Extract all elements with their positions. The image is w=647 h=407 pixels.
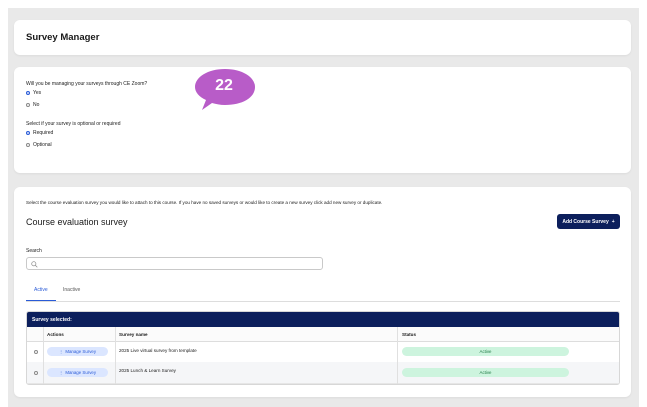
section-title: Course evaluation survey (26, 217, 128, 227)
tab-inactive[interactable]: Inactive (63, 287, 80, 293)
radio-optional-label: Optional (33, 142, 52, 148)
add-course-survey-label: Add Course Survey (562, 218, 609, 225)
required-question: Select if your survey is optional or req… (26, 121, 121, 127)
radio-yes[interactable]: Yes (26, 90, 41, 96)
survey-name: 2025 Live virtual survey from template (119, 348, 197, 353)
status-badge: Active (402, 368, 569, 377)
plus-icon: + (611, 218, 615, 225)
column-divider (43, 327, 44, 384)
status-label: Active (479, 370, 492, 375)
search-label: Search (26, 248, 42, 254)
column-actions: Actions (47, 332, 64, 337)
manage-survey-label: Manage Survey (65, 370, 97, 375)
search-input[interactable] (26, 257, 323, 270)
add-course-survey-button[interactable]: Add Course Survey + (557, 214, 620, 229)
column-survey-name: Survey name (119, 332, 148, 337)
manage-survey-button[interactable]: ⋮ Manage Survey (47, 368, 108, 377)
status-label: Active (479, 349, 492, 354)
settings-card: Will you be managing your surveys throug… (14, 67, 631, 173)
table-row[interactable]: ⋮ Manage Survey 2025 Live virtual survey… (27, 341, 619, 363)
table-header: Actions Survey name Status (27, 327, 619, 342)
row-select-radio[interactable] (34, 371, 38, 375)
manage-survey-label: Manage Survey (65, 349, 97, 354)
radio-optional[interactable]: Optional (26, 142, 52, 148)
status-badge: Active (402, 347, 569, 356)
annotation-number: 22 (215, 77, 233, 94)
more-icon: ⋮ (58, 348, 64, 354)
survey-selected-label: Survey selected: (32, 316, 72, 323)
tab-active[interactable]: Active (34, 287, 48, 293)
survey-selected-bar: Survey selected: (27, 312, 619, 327)
radio-no-control[interactable] (26, 103, 30, 107)
course-survey-card: Select the course evaluation survey you … (14, 187, 631, 397)
header-card: Survey Manager (14, 20, 631, 55)
radio-yes-label: Yes (33, 90, 42, 96)
manage-question: Will you be managing your surveys throug… (26, 81, 148, 87)
radio-required-control[interactable] (26, 131, 30, 135)
radio-yes-control[interactable] (26, 91, 30, 95)
page-title: Survey Manager (26, 32, 100, 43)
table-row[interactable]: ⋮ Manage Survey 2025 Lunch & Learn Surve… (27, 362, 619, 384)
radio-required-label: Required (33, 130, 54, 136)
column-status: Status (402, 332, 417, 337)
search-icon (31, 261, 38, 268)
more-icon: ⋮ (58, 369, 64, 375)
radio-no-label: No (33, 102, 40, 108)
radio-optional-control[interactable] (26, 143, 30, 147)
survey-name: 2025 Lunch & Learn Survey (119, 368, 176, 373)
column-divider (115, 327, 116, 384)
manage-survey-button[interactable]: ⋮ Manage Survey (47, 347, 108, 356)
row-select-radio[interactable] (34, 350, 38, 354)
intro-text: Select the course evaluation survey you … (26, 200, 383, 205)
radio-no[interactable]: No (26, 102, 39, 108)
tabs-divider (26, 301, 620, 302)
column-divider (397, 327, 398, 384)
survey-table: Survey selected: Actions Survey name Sta… (26, 311, 620, 385)
radio-required[interactable]: Required (26, 130, 53, 136)
